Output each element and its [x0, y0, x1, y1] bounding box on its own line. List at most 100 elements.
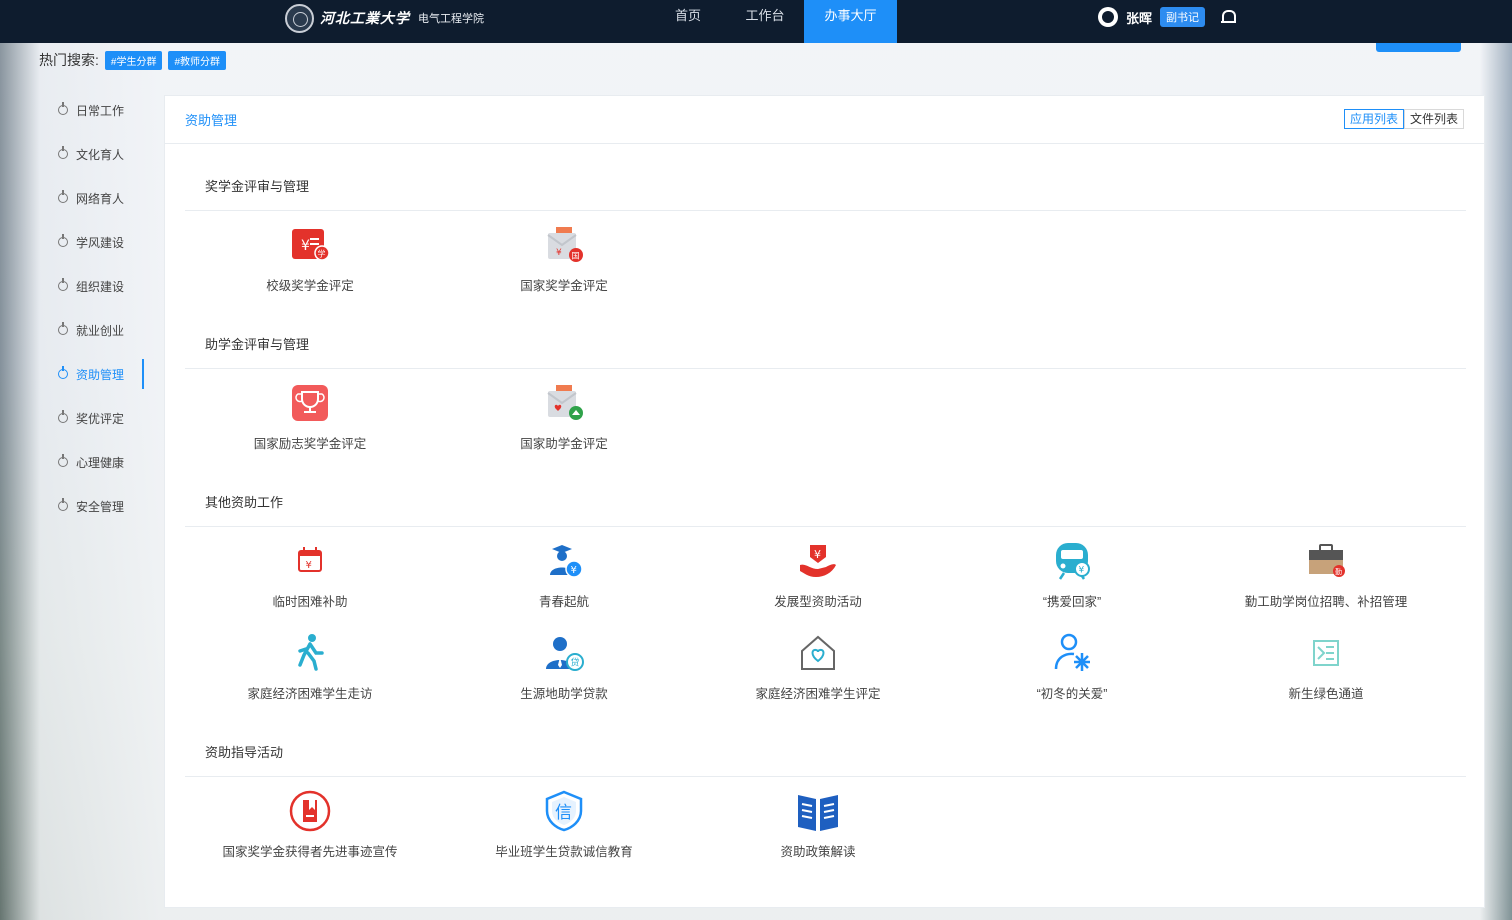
nav-home[interactable]: 首页 — [650, 0, 726, 43]
top-navigation-bar: 河北工業大学 电气工程学院 首页 工作台 办事大厅 张晖 副书记 — [0, 0, 1512, 43]
app-label: 资助政策解读 — [780, 845, 856, 859]
section-title: 奖学金评审与管理 — [185, 174, 1466, 211]
power-icon — [58, 102, 68, 115]
sidebar-item-label: 心理健康 — [76, 455, 125, 470]
app-scholarship-winner-promotion[interactable]: 国家奖学金获得者先进事迹宣传 — [185, 789, 435, 860]
app-temporary-hardship-aid[interactable]: ¥ 临时困难补助 — [185, 539, 435, 610]
app-aid-policy-interpretation[interactable]: 资助政策解读 — [693, 789, 943, 860]
app-early-winter-care[interactable]: “初冬的关爱” — [947, 631, 1197, 702]
sidebar-item-culture[interactable]: 文化育人 — [44, 132, 144, 176]
main-nav: 首页 工作台 办事大厅 — [650, 0, 897, 43]
sidebar-item-label: 学风建设 — [76, 235, 125, 250]
hot-tag-teacher-groups[interactable]: #教师分群 — [168, 50, 227, 70]
app-work-study-recruitment[interactable]: 勤 勤工助学岗位招聘、补招管理 — [1201, 539, 1451, 610]
loan-person-icon: 贷 — [546, 637, 584, 671]
sidebar-item-organization[interactable]: 组织建设 — [44, 264, 144, 308]
app-loan-integrity-education[interactable]: 信 毕业班学生贷款诚信教育 — [439, 789, 689, 860]
sidebar-item-label: 资助管理 — [76, 367, 125, 382]
nav-service-hall[interactable]: 办事大厅 — [804, 0, 897, 43]
section-title: 其他资助工作 — [185, 490, 1466, 527]
sidebar-item-label: 就业创业 — [76, 323, 125, 338]
app-school-scholarship[interactable]: ¥ 学 校级奖学金评定 — [185, 223, 435, 294]
role-badge: 副书记 — [1160, 7, 1206, 27]
app-label: 发展型资助活动 — [774, 595, 862, 609]
app-youth-setsail[interactable]: ¥ 青春起航 — [439, 539, 689, 610]
svg-text:¥: ¥ — [301, 238, 310, 254]
svg-text:¥: ¥ — [306, 560, 312, 571]
yuan-scholarship-icon: ¥ 学 — [292, 229, 330, 261]
briefcase-icon: 勤 — [1309, 544, 1345, 577]
app-origin-student-loan[interactable]: 贷 生源地助学贷款 — [439, 631, 689, 702]
bookmark-circle-icon — [289, 790, 331, 832]
user-name[interactable]: 张晖 — [1126, 8, 1152, 27]
hot-tag-student-groups[interactable]: #学生分群 — [104, 50, 163, 70]
svg-text:国: 国 — [572, 252, 580, 261]
app-label: “初冬的关爱” — [1036, 687, 1108, 701]
sidebar-item-label: 奖优评定 — [76, 411, 125, 426]
svg-text:勤: 勤 — [1335, 567, 1342, 576]
walking-person-icon — [298, 634, 324, 671]
avatar[interactable] — [1098, 7, 1118, 27]
main-panel: 资助管理 应用列表 文件列表 奖学金评审与管理 ¥ 学 校级奖学金评定 ¥ 国 … — [164, 95, 1485, 908]
sidebar: 日常工作 文化育人 网络育人 学风建设 组织建设 就业创业 资助管理 奖优评定 … — [44, 88, 144, 528]
svg-text:¥: ¥ — [814, 548, 821, 561]
open-book-icon — [798, 795, 838, 831]
app-label: 青春起航 — [538, 595, 589, 609]
app-label: 家庭经济困难学生评定 — [755, 687, 881, 701]
sidebar-item-awards[interactable]: 奖优评定 — [44, 396, 144, 440]
app-label: 国家奖学金评定 — [520, 279, 608, 293]
svg-text:¥: ¥ — [571, 565, 577, 576]
person-snowflake-icon — [1054, 633, 1090, 671]
sidebar-item-mental-health[interactable]: 心理健康 — [44, 440, 144, 484]
app-label: 生源地助学贷款 — [520, 687, 608, 701]
app-label: 家庭经济困难学生走访 — [247, 687, 373, 701]
app-developmental-aid[interactable]: ¥ 发展型资助活动 — [693, 539, 943, 610]
sidebar-item-network[interactable]: 网络育人 — [44, 176, 144, 220]
app-label: 新生绿色通道 — [1288, 687, 1364, 701]
section-other-aid: 其他资助工作 ¥ 临时困难补助 ¥ 青春起航 ¥ 发展型资助活动 ¥ “携爱回家… — [185, 490, 1466, 701]
app-freshman-green-channel[interactable]: 新生绿色通道 — [1201, 631, 1451, 702]
app-label: 毕业班学生贷款诚信教育 — [495, 845, 633, 859]
svg-text:¥: ¥ — [556, 248, 562, 258]
sidebar-item-financial-aid[interactable]: 资助管理 — [44, 352, 144, 396]
sidebar-item-employment[interactable]: 就业创业 — [44, 308, 144, 352]
graduate-yuan-icon: ¥ — [550, 545, 583, 578]
section-guidance: 资助指导活动 国家奖学金获得者先进事迹宣传 信 毕业班学生贷款诚信教育 资助政策… — [185, 740, 1466, 859]
sidebar-item-study-style[interactable]: 学风建设 — [44, 220, 144, 264]
sidebar-item-daily-work[interactable]: 日常工作 — [44, 88, 144, 132]
app-national-grant[interactable]: 国家助学金评定 — [439, 381, 689, 452]
power-icon — [58, 146, 68, 159]
app-national-encouragement-scholarship[interactable]: 国家励志奖学金评定 — [185, 381, 435, 452]
tab-app-list[interactable]: 应用列表 — [1343, 109, 1404, 129]
power-icon — [58, 278, 68, 291]
house-heart-icon — [801, 635, 835, 670]
app-label: 校级奖学金评定 — [266, 279, 354, 293]
university-seal-icon — [285, 3, 314, 33]
svg-text:贷: 贷 — [571, 657, 580, 669]
app-national-scholarship[interactable]: ¥ 国 国家奖学金评定 — [439, 223, 689, 294]
svg-text:¥: ¥ — [1079, 566, 1085, 576]
sidebar-item-safety[interactable]: 安全管理 — [44, 484, 144, 528]
power-icon — [58, 454, 68, 467]
app-label: “携爱回家” — [1042, 595, 1102, 609]
app-label: 临时困难补助 — [272, 595, 348, 609]
app-label: 国家奖学金获得者先进事迹宣传 — [222, 845, 398, 859]
svg-text:学: 学 — [318, 249, 326, 259]
sidebar-item-label: 日常工作 — [76, 103, 125, 118]
power-icon — [58, 234, 68, 247]
trophy-icon — [292, 385, 328, 421]
page-title: 资助管理 — [185, 113, 238, 128]
nav-workbench[interactable]: 工作台 — [726, 0, 804, 43]
app-caring-go-home[interactable]: ¥ “携爱回家” — [947, 539, 1197, 610]
tab-file-list[interactable]: 文件列表 — [1403, 109, 1464, 129]
view-switch: 应用列表 文件列表 — [1343, 109, 1464, 129]
power-icon — [58, 498, 68, 511]
national-scholarship-icon: ¥ 国 — [547, 227, 583, 262]
section-grant: 助学金评审与管理 国家励志奖学金评定 国家助学金评定 — [185, 332, 1466, 451]
app-family-hardship-visit[interactable]: 家庭经济困难学生走访 — [185, 631, 435, 702]
app-family-hardship-assessment[interactable]: 家庭经济困难学生评定 — [693, 631, 943, 702]
university-logo[interactable]: 河北工業大学 电气工程学院 — [285, 3, 484, 33]
sidebar-item-label: 组织建设 — [76, 279, 125, 294]
bell-icon[interactable] — [1221, 9, 1237, 25]
section-title: 助学金评审与管理 — [185, 332, 1466, 369]
